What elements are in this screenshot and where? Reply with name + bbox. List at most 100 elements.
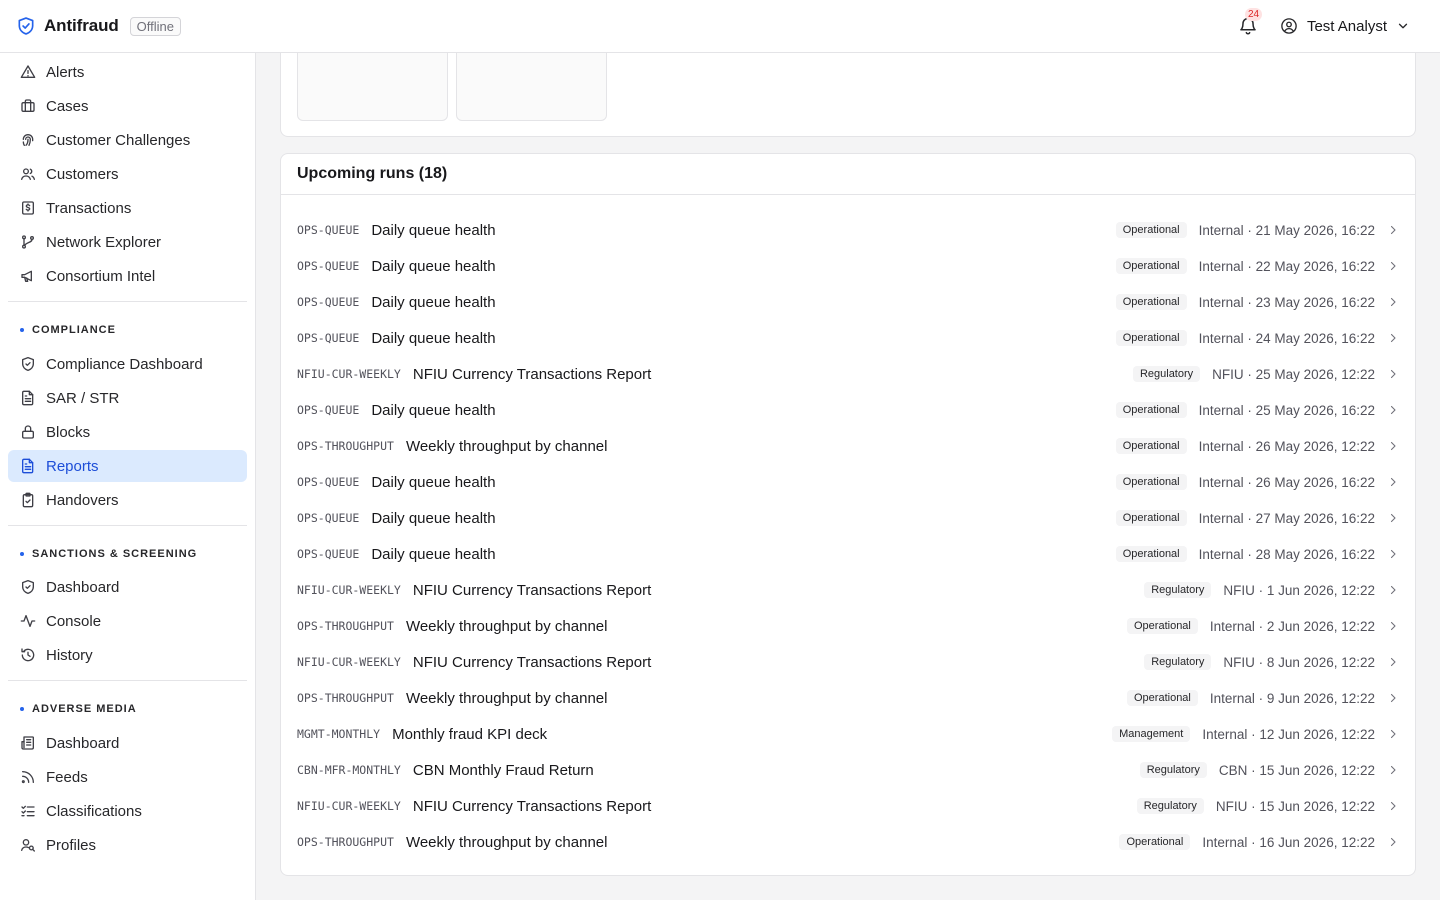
sidebar-item-handovers[interactable]: Handovers: [8, 484, 247, 516]
section-dot: [20, 707, 24, 711]
run-row[interactable]: OPS-THROUGHPUT Weekly throughput by chan…: [281, 680, 1415, 716]
chevron-right-icon: [1387, 584, 1399, 596]
sidebar-item-feeds[interactable]: Feeds: [8, 761, 247, 793]
report-code: OPS-QUEUE: [297, 295, 360, 309]
sidebar-item-label: Blocks: [46, 423, 91, 441]
run-row[interactable]: OPS-QUEUE Daily queue health Operational…: [281, 392, 1415, 428]
chevron-right-icon: [1387, 800, 1399, 812]
brand[interactable]: Antifraud Offline: [16, 16, 181, 36]
run-schedule: NFIU · 8 Jun 2026, 12:22: [1223, 654, 1375, 670]
report-code: OPS-THROUGHPUT: [297, 835, 394, 849]
report-name: Daily queue health: [371, 293, 496, 311]
section-dot: [20, 552, 24, 556]
chevron-right-icon: [1387, 692, 1399, 704]
report-name: NFIU Currency Transactions Report: [412, 581, 652, 599]
sidebar-item-compliance-dashboard[interactable]: Compliance Dashboard: [8, 348, 247, 380]
report-code: OPS-QUEUE: [297, 511, 360, 525]
run-row[interactable]: OPS-QUEUE Daily queue health Operational…: [281, 320, 1415, 356]
user-menu-button[interactable]: Test Analyst: [1280, 17, 1410, 35]
sidebar-item-history[interactable]: History: [8, 639, 247, 671]
chevron-right-icon: [1387, 476, 1399, 488]
sidebar-item-label: Customers: [46, 165, 119, 183]
category-tag: Operational: [1127, 618, 1198, 634]
report-name: Weekly throughput by channel: [405, 689, 608, 707]
sidebar-item-alerts[interactable]: Alerts: [8, 56, 247, 88]
sidebar-item-label: Customer Challenges: [46, 131, 191, 149]
run-row[interactable]: OPS-QUEUE Daily queue health Operational…: [281, 284, 1415, 320]
clipboard-check-icon: [20, 492, 36, 508]
chevron-right-icon: [1387, 764, 1399, 776]
report-code: NFIU-CUR-WEEKLY: [297, 799, 401, 813]
sidebar-item-sanctions-dashboard[interactable]: Dashboard: [8, 571, 247, 603]
sidebar-item-cases[interactable]: Cases: [8, 90, 247, 122]
category-tag: Operational: [1115, 402, 1187, 418]
sidebar-item-profiles[interactable]: Profiles: [8, 829, 247, 861]
run-row[interactable]: OPS-THROUGHPUT Weekly throughput by chan…: [281, 428, 1415, 464]
sidebar-item-console[interactable]: Console: [8, 605, 247, 637]
sidebar-item-label: Feeds: [46, 768, 88, 786]
report-code: OPS-THROUGHPUT: [297, 619, 394, 633]
run-row[interactable]: OPS-THROUGHPUT Weekly throughput by chan…: [281, 824, 1415, 860]
report-code: NFIU-CUR-WEEKLY: [297, 583, 401, 597]
users-icon: [20, 166, 36, 182]
run-row[interactable]: OPS-QUEUE Daily queue health Operational…: [281, 212, 1415, 248]
chevron-right-icon: [1387, 620, 1399, 632]
category-tag: Operational: [1115, 258, 1187, 274]
report-name: NFIU Currency Transactions Report: [412, 365, 652, 383]
run-schedule: Internal · 28 May 2026, 16:22: [1198, 546, 1375, 562]
sidebar-item-label: Alerts: [46, 63, 85, 81]
report-name: CBN Monthly Fraud Return: [412, 761, 594, 779]
briefcase-icon: [20, 98, 36, 114]
run-row[interactable]: CBN-MFR-MONTHLY CBN Monthly Fraud Return…: [281, 752, 1415, 788]
sidebar-item-label: Network Explorer: [46, 233, 162, 251]
list-checks-icon: [20, 803, 36, 819]
user-search-icon: [20, 837, 36, 853]
sidebar-item-classifications[interactable]: Classifications: [8, 795, 247, 827]
sidebar-item-transactions[interactable]: Transactions: [8, 192, 247, 224]
run-row[interactable]: NFIU-CUR-WEEKLY NFIU Currency Transactio…: [281, 644, 1415, 680]
notification-count-badge: 24: [1244, 8, 1263, 21]
chevron-down-icon: [1396, 19, 1410, 33]
newspaper-icon: [20, 735, 36, 751]
sidebar-item-network-explorer[interactable]: Network Explorer: [8, 226, 247, 258]
report-code: OPS-QUEUE: [297, 403, 360, 417]
upcoming-runs-title: Upcoming runs (18): [281, 154, 1415, 195]
sidebar-divider: [8, 301, 247, 302]
notifications-button[interactable]: 24: [1238, 8, 1263, 36]
run-row[interactable]: OPS-QUEUE Daily queue health Operational…: [281, 464, 1415, 500]
sidebar-item-label: Dashboard: [46, 734, 120, 752]
report-name: Daily queue health: [371, 509, 496, 527]
sidebar-item-customers[interactable]: Customers: [8, 158, 247, 190]
run-row[interactable]: OPS-THROUGHPUT Weekly throughput by chan…: [281, 608, 1415, 644]
sidebar-item-reports[interactable]: Reports: [8, 450, 247, 482]
top-bar: Antifraud Offline 24 Test Analyst: [0, 0, 1440, 53]
run-row[interactable]: NFIU-CUR-WEEKLY NFIU Currency Transactio…: [281, 356, 1415, 392]
chevron-right-icon: [1387, 224, 1399, 236]
report-code: OPS-QUEUE: [297, 331, 360, 345]
run-row[interactable]: OPS-QUEUE Daily queue health Operational…: [281, 500, 1415, 536]
sidebar-item-blocks[interactable]: Blocks: [8, 416, 247, 448]
run-schedule: Internal · 16 Jun 2026, 12:22: [1202, 834, 1375, 850]
report-code: CBN-MFR-MONTHLY: [297, 763, 401, 777]
report-code: OPS-THROUGHPUT: [297, 691, 394, 705]
run-schedule: Internal · 26 May 2026, 12:22: [1198, 438, 1375, 454]
report-code: OPS-QUEUE: [297, 223, 360, 237]
run-schedule: Internal · 21 May 2026, 16:22: [1198, 222, 1375, 238]
sidebar-item-customer-challenges[interactable]: Customer Challenges: [8, 124, 247, 156]
category-tag: Management: [1112, 726, 1191, 742]
connection-status-badge: Offline: [129, 16, 181, 36]
run-row[interactable]: NFIU-CUR-WEEKLY NFIU Currency Transactio…: [281, 572, 1415, 608]
run-row[interactable]: MGMT-MONTHLY Monthly fraud KPI deck Mana…: [281, 716, 1415, 752]
category-tag: Operational: [1127, 690, 1198, 706]
sidebar: Alerts Cases Customer Challenges Custome…: [0, 53, 256, 900]
sidebar-item-sar-str[interactable]: SAR / STR: [8, 382, 247, 414]
sidebar-item-consortium-intel[interactable]: Consortium Intel: [8, 260, 247, 292]
run-row[interactable]: OPS-QUEUE Daily queue health Operational…: [281, 248, 1415, 284]
chevron-right-icon: [1387, 512, 1399, 524]
run-row[interactable]: NFIU-CUR-WEEKLY NFIU Currency Transactio…: [281, 788, 1415, 824]
sidebar-item-adverse-dashboard[interactable]: Dashboard: [8, 727, 247, 759]
run-row[interactable]: OPS-QUEUE Daily queue health Operational…: [281, 536, 1415, 572]
category-tag: Operational: [1115, 222, 1187, 238]
rss-icon: [20, 769, 36, 785]
lock-icon: [20, 424, 36, 440]
